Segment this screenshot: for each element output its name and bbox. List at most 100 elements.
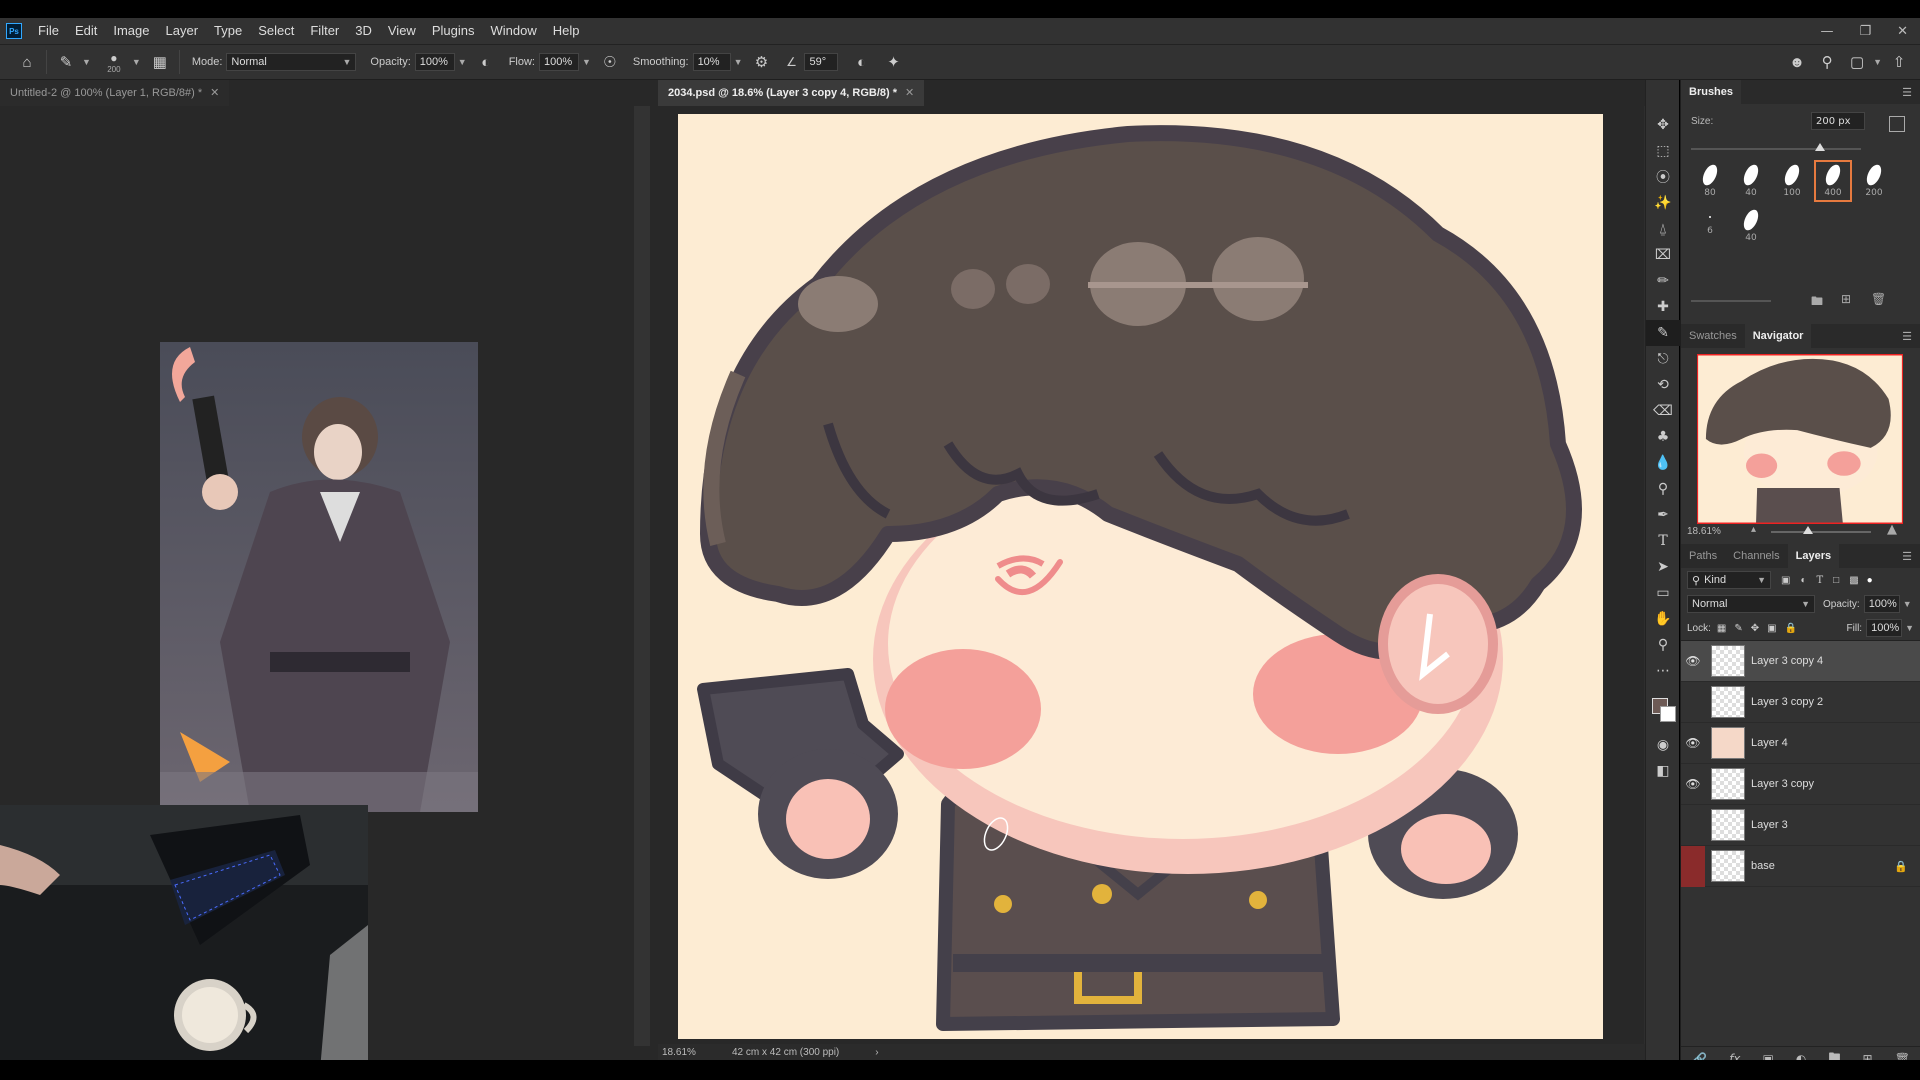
tab-swatches[interactable]: Swatches: [1681, 324, 1745, 348]
tab-paths[interactable]: Paths: [1681, 544, 1725, 568]
crop-tool-icon[interactable]: ⍙: [1646, 216, 1680, 242]
brush-preset[interactable]: 40: [1732, 205, 1770, 247]
quick-mask-icon[interactable]: ◉: [1646, 732, 1680, 758]
menu-type[interactable]: Type: [206, 18, 250, 44]
eraser-tool-icon[interactable]: ⌫: [1646, 398, 1680, 424]
close-icon[interactable]: ✕: [210, 87, 219, 99]
filter-smart-object-icon[interactable]: ▩: [1849, 575, 1858, 586]
share-user-icon[interactable]: ☻: [1784, 49, 1810, 75]
zoom-tool-icon[interactable]: ⚲: [1646, 632, 1680, 658]
layer-name[interactable]: base: [1751, 860, 1894, 872]
left-doc-scrollbar[interactable]: [634, 106, 650, 1046]
menu-layer[interactable]: Layer: [158, 18, 207, 44]
share-icon[interactable]: ⇧: [1886, 49, 1912, 75]
opacity-field[interactable]: 100%: [414, 53, 455, 71]
photoshop-logo-icon[interactable]: Ps: [6, 23, 22, 39]
brush-tool-icon[interactable]: ✎: [1646, 320, 1680, 346]
menu-edit[interactable]: Edit: [67, 18, 105, 44]
panel-menu-icon[interactable]: ☰: [1902, 86, 1912, 99]
tab-channels[interactable]: Channels: [1725, 544, 1787, 568]
close-icon[interactable]: ✕: [1897, 24, 1908, 39]
healing-brush-tool-icon[interactable]: ✚: [1646, 294, 1680, 320]
fill-field[interactable]: 100%: [1866, 619, 1903, 637]
layer-name[interactable]: Layer 4: [1751, 737, 1920, 749]
eyedropper-tool-icon[interactable]: ✏: [1646, 268, 1680, 294]
brush-preset[interactable]: 6: [1691, 205, 1729, 247]
new-brush-icon[interactable]: ⊞: [1841, 292, 1851, 306]
mode-select[interactable]: Normal ▼: [226, 53, 357, 71]
type-tool-icon[interactable]: T: [1646, 528, 1680, 554]
pressure-opacity-icon[interactable]: ◐: [473, 49, 499, 75]
status-zoom[interactable]: 18.61%: [662, 1047, 722, 1058]
lock-artboard-icon[interactable]: ▣: [1767, 623, 1776, 634]
lasso-tool-icon[interactable]: ⦿: [1646, 164, 1680, 190]
tab-navigator[interactable]: Navigator: [1744, 324, 1812, 348]
layer-row[interactable]: 👁 Layer 3 copy 4: [1681, 641, 1920, 682]
close-icon[interactable]: ✕: [905, 87, 914, 99]
artwork-canvas[interactable]: [678, 114, 1603, 1039]
filter-toggle-icon[interactable]: ●: [1867, 575, 1873, 586]
menu-plugins[interactable]: Plugins: [424, 18, 483, 44]
zoom-out-icon[interactable]: ▴: [1751, 524, 1756, 535]
lock-transparent-icon[interactable]: ▦: [1717, 623, 1726, 634]
color-swatches[interactable]: [1646, 684, 1679, 732]
airbrush-icon[interactable]: ☉: [597, 49, 623, 75]
chevron-down-icon[interactable]: ▼: [1873, 57, 1882, 67]
paint-bucket-tool-icon[interactable]: ♣: [1646, 424, 1680, 450]
tab-layers[interactable]: Layers: [1787, 544, 1840, 568]
frame-tool-icon[interactable]: ⌧: [1646, 242, 1680, 268]
chevron-right-icon[interactable]: ›: [875, 1047, 878, 1058]
history-brush-tool-icon[interactable]: ⟲: [1646, 372, 1680, 398]
trash-icon[interactable]: 🗑: [1871, 292, 1886, 306]
chevron-down-icon[interactable]: ▼: [132, 57, 141, 67]
pressure-size-icon[interactable]: ◐: [848, 49, 874, 75]
more-tools-icon[interactable]: ⋯: [1646, 658, 1680, 684]
angle-field[interactable]: 59°: [804, 53, 839, 71]
create-brush-icon[interactable]: [1889, 116, 1905, 132]
layer-row[interactable]: Layer 3 copy 2: [1681, 682, 1920, 723]
background-color[interactable]: [1660, 706, 1676, 722]
folder-icon[interactable]: 🖿: [1811, 292, 1823, 313]
chevron-down-icon[interactable]: ▼: [1903, 599, 1912, 609]
symmetry-icon[interactable]: ✦: [880, 49, 906, 75]
workspace-icon[interactable]: ▢: [1844, 49, 1870, 75]
eye-icon[interactable]: 👁: [1681, 777, 1705, 791]
layer-row[interactable]: 👁 Layer 3 copy: [1681, 764, 1920, 805]
menu-help[interactable]: Help: [545, 18, 588, 44]
flow-field[interactable]: 100%: [538, 53, 579, 71]
brush-preset[interactable]: 40: [1732, 160, 1770, 202]
home-icon[interactable]: ⌂: [14, 49, 40, 75]
chevron-down-icon[interactable]: ▼: [1905, 623, 1914, 633]
clone-stamp-tool-icon[interactable]: ⎋: [1646, 346, 1680, 372]
lock-position-icon[interactable]: ✥: [1751, 623, 1759, 634]
eye-icon[interactable]: 👁: [1681, 736, 1705, 750]
move-tool-icon[interactable]: ✥: [1646, 112, 1680, 138]
restore-icon[interactable]: ❐: [1859, 24, 1871, 39]
layer-name[interactable]: Layer 3 copy: [1751, 778, 1920, 790]
preview-size-slider[interactable]: [1691, 300, 1771, 302]
lock-all-icon[interactable]: 🔒: [1785, 623, 1797, 634]
filter-type-icon[interactable]: T: [1817, 575, 1824, 586]
blur-tool-icon[interactable]: 💧: [1646, 450, 1680, 476]
layer-row[interactable]: Layer 3: [1681, 805, 1920, 846]
size-slider[interactable]: [1691, 148, 1861, 150]
eye-icon[interactable]: 👁: [1681, 654, 1705, 668]
magic-wand-tool-icon[interactable]: ✨: [1646, 190, 1680, 216]
tab-2034-psd[interactable]: 2034.psd @ 18.6% (Layer 3 copy 4, RGB/8)…: [658, 80, 925, 106]
chevron-down-icon[interactable]: ▼: [82, 57, 91, 67]
filter-shape-icon[interactable]: □: [1833, 575, 1839, 586]
menu-3d[interactable]: 3D: [347, 18, 380, 44]
chevron-down-icon[interactable]: ▼: [582, 57, 591, 67]
navigator-thumbnail[interactable]: [1697, 354, 1903, 524]
menu-image[interactable]: Image: [105, 18, 157, 44]
navigator-zoom-value[interactable]: 18.61%: [1687, 526, 1721, 537]
brush-size-picker[interactable]: ● 200: [99, 49, 129, 75]
brush-tool-preset-icon[interactable]: ✎: [53, 49, 79, 75]
size-slider-thumb[interactable]: [1815, 143, 1825, 151]
navigator-zoom-thumb[interactable]: [1803, 526, 1813, 534]
panel-menu-icon[interactable]: ☰: [1902, 330, 1912, 343]
panel-menu-icon[interactable]: ☰: [1902, 550, 1912, 563]
rectangle-tool-icon[interactable]: ▭: [1646, 580, 1680, 606]
layer-name[interactable]: Layer 3 copy 4: [1751, 655, 1920, 667]
tab-brushes[interactable]: Brushes: [1681, 80, 1742, 104]
